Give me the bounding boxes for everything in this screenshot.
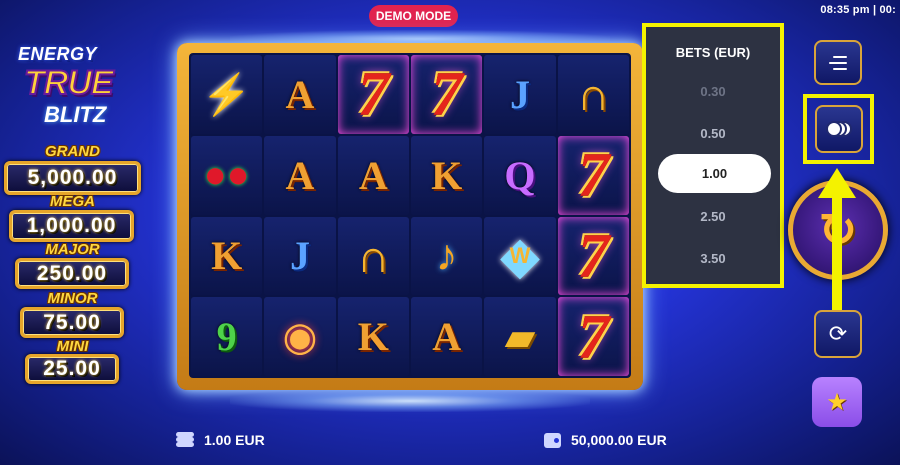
reel-cell: A [264, 135, 336, 215]
reel-cell: 7 [557, 216, 629, 296]
reel-cell: K [191, 216, 263, 296]
jackpot-mega-label: MEGA [50, 193, 95, 210]
reel-cell: ⚡ [191, 55, 263, 134]
favorite-button[interactable]: ★ [812, 377, 862, 427]
logo-blitz: BLITZ [44, 102, 107, 127]
lightning-jar-icon: ⚡ [201, 72, 252, 117]
jackpot-minor-value: 75.00 [20, 307, 124, 338]
reel-cell: ◉ [264, 297, 336, 376]
jackpot-major-label: MAJOR [45, 241, 100, 258]
bet-option[interactable]: 0.50 [646, 126, 780, 141]
menu-button[interactable] [814, 40, 862, 85]
reel-cell: 9 [191, 297, 263, 376]
symbol-k: K [357, 314, 389, 360]
balance-amount: 50,000.00 EUR [571, 432, 667, 448]
gold-bar-icon: ▰ [504, 314, 536, 359]
reel-cell: K [337, 297, 409, 376]
wallet-icon [544, 432, 561, 448]
jackpot-grand-value: 5,000.00 [4, 161, 141, 195]
symbol-nine: 9 [216, 314, 237, 360]
reel-cell: ♪ [411, 216, 483, 296]
bet-amount: 1.00 EUR [204, 432, 265, 448]
symbol-seven: 7 [430, 58, 463, 130]
bet-option-selected[interactable]: 1.00 [658, 154, 771, 193]
reel-grid: ⚡ A 7 7 J ∩ ●● A A K Q 7 K J ∩ ♪ ◆ W 7 9 … [189, 53, 631, 378]
reel-cell: Q [484, 135, 556, 215]
reel-cell: 7 [557, 135, 629, 215]
jackpot-major-value: 250.00 [15, 258, 129, 289]
symbol-a: A [285, 152, 315, 198]
jackpot-grand-label: GRAND [45, 143, 100, 160]
jackpot-mini-value: 25.00 [25, 354, 119, 384]
bets-title: BETS (EUR) [675, 45, 751, 60]
diamond-wild-letter: W [509, 242, 531, 268]
bets-panel: BETS (EUR) 0.30 0.50 1.00 2.50 3.50 [642, 23, 784, 288]
reel-cell: 7 [557, 297, 629, 376]
clock: 08:35 pm | 00: [820, 4, 896, 16]
autoplay-icon: ⟳ [828, 321, 848, 346]
bet-option[interactable]: 0.30 [646, 84, 780, 99]
reel-cell: 7 [411, 55, 483, 134]
bet-display: 1.00 EUR [176, 432, 265, 448]
horseshoe-icon: ∩ [576, 68, 610, 121]
jackpot-minor-label: MINOR [47, 290, 98, 307]
cherry-icon: ●● [203, 153, 250, 196]
jackpot-mini-label: MINI [56, 338, 89, 355]
logo-true: TRUE [23, 63, 115, 103]
horseshoe-icon: ∩ [356, 229, 390, 282]
reel-cell: A [337, 135, 409, 215]
reel-cell: J [264, 216, 336, 296]
bonus-portal-icon: ◉ [282, 314, 318, 359]
symbol-j: J [289, 233, 310, 279]
reel-frame: ⚡ A 7 7 J ∩ ●● A A K Q 7 K J ∩ ♪ ◆ W 7 9 … [177, 43, 643, 390]
menu-icon [829, 55, 847, 70]
reel-cell: K [411, 135, 483, 215]
autoplay-button[interactable]: ⟳ [814, 310, 862, 358]
symbol-k: K [431, 152, 463, 198]
annotation-arrow-icon [818, 168, 856, 198]
symbol-a: A [358, 152, 388, 198]
reel-cell: ◆ W [484, 216, 556, 296]
logo-energy: ENERGY [18, 44, 98, 64]
reel-cell: J [484, 55, 556, 134]
bet-option[interactable]: 2.50 [646, 209, 780, 224]
balance-display: 50,000.00 EUR [544, 432, 667, 448]
reel-cell: A [411, 297, 483, 376]
star-icon: ★ [826, 388, 848, 416]
symbol-j: J [509, 71, 530, 117]
bet-button[interactable] [815, 105, 863, 153]
reel-cell: ▰ [484, 297, 556, 376]
symbol-seven: 7 [577, 219, 610, 291]
bet-option[interactable]: 3.50 [646, 251, 780, 266]
symbol-seven: 7 [577, 300, 610, 372]
reel-cell: 7 [337, 55, 409, 134]
coin-stack-icon [176, 432, 194, 448]
jackpot-mega-value: 1,000.00 [9, 210, 134, 242]
reel-cell: ∩ [337, 216, 409, 296]
symbol-seven: 7 [357, 58, 390, 130]
symbol-seven: 7 [577, 139, 610, 211]
demo-mode-badge: DEMO MODE [369, 5, 458, 27]
bet-button-highlight [803, 94, 874, 164]
bell-icon: ♪ [435, 230, 458, 280]
bottom-lightning-glow [230, 390, 590, 412]
game-logo: ENERGY TRUE BLITZ [10, 44, 136, 130]
reel-cell: A [264, 55, 336, 134]
coins-icon [826, 121, 852, 137]
symbol-a: A [285, 71, 315, 117]
symbol-k: K [211, 233, 243, 279]
symbol-q: Q [504, 152, 536, 198]
reel-cell: ∩ [557, 55, 629, 134]
reel-cell: ●● [191, 135, 263, 215]
symbol-a: A [432, 314, 462, 360]
